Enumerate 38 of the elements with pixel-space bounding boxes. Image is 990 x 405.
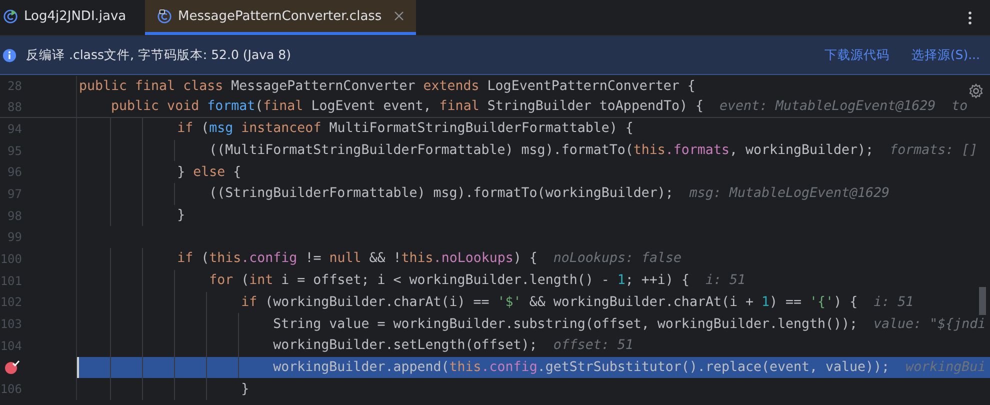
- info-icon: [2, 48, 17, 62]
- code-line: if (workingBuilder.charAt(i) == '$' && workingBuilder.charAt(i + 1) == '{') {: [240, 294, 858, 310]
- code-line: String value = workingBuilder.substring(offset, workingBuilder.length());: [272, 316, 858, 332]
- inline-value-hint: i: 51: [705, 273, 746, 288]
- inline-value-hint: offset: 51: [553, 338, 634, 354]
- scrollbar-thumb[interactable]: [979, 287, 986, 315]
- inline-value-hint: value: "${jndi: [874, 316, 986, 332]
- editor-tab[interactable]: MessagePatternConverter.class: [145, 0, 416, 35]
- code-line: } else {: [176, 164, 242, 180]
- code-line: workingBuilder.setLength(offset);: [272, 338, 538, 354]
- code-line: ((StringBuilderFormattable) msg).formatTo(workingBuilder);: [208, 186, 674, 202]
- inline-value-hint: msg: MutableLogEvent@1629: [689, 186, 890, 202]
- code-line: public final class MessagePatternConverter extends LogEventPatternConverter {: [78, 78, 696, 94]
- settings-icon[interactable]: [968, 83, 984, 99]
- code-line: workingBuilder.append(this.config.getStrSubstitutor().replace(event, value));: [272, 360, 890, 375]
- banner-link[interactable]: 选择源(S)...: [911, 46, 980, 64]
- more-options-icon[interactable]: [968, 10, 972, 26]
- inline-value-hint: to: [952, 99, 968, 114]
- code-line: for (int i = offset; i < workingBuilder.length() - 1; ++i) {: [208, 273, 690, 288]
- code-line: }: [176, 208, 186, 224]
- code-line: if (msg instanceof MultiFormatStringBuilderFormattable) {: [176, 121, 634, 136]
- close-icon[interactable]: [394, 11, 404, 21]
- code-line: ((MultiFormatStringBuilderFormattable) msg).formatTo(this.formats, workingBuilder);: [208, 143, 874, 158]
- inline-value-hint: noLookups: false: [553, 251, 682, 266]
- class-file-icon: [157, 8, 172, 24]
- inline-value-hint: event: MutableLogEvent@1629: [720, 99, 936, 114]
- inline-value-hint: workingBui: [906, 360, 986, 375]
- banner-link[interactable]: 下载源代码: [824, 46, 890, 64]
- inline-value-hint: formats: []: [890, 143, 978, 158]
- class-run-icon: [3, 8, 18, 24]
- editor-tab[interactable]: Log4j2JNDI.java: [0, 0, 145, 35]
- info-message: 反编译 .class文件, 字节码版本: 52.0 (Java 8): [26, 46, 291, 64]
- breakpoint-icon[interactable]: [4, 359, 20, 376]
- inline-value-hint: i: 51: [874, 294, 914, 310]
- code-line: }: [240, 382, 250, 397]
- code-line: public void format(final LogEvent event, final StringBuilder toAppendTo) {: [110, 99, 704, 114]
- text-cursor: [77, 356, 79, 378]
- code-line: if (this.config != null && !this.noLookups) {: [176, 251, 538, 266]
